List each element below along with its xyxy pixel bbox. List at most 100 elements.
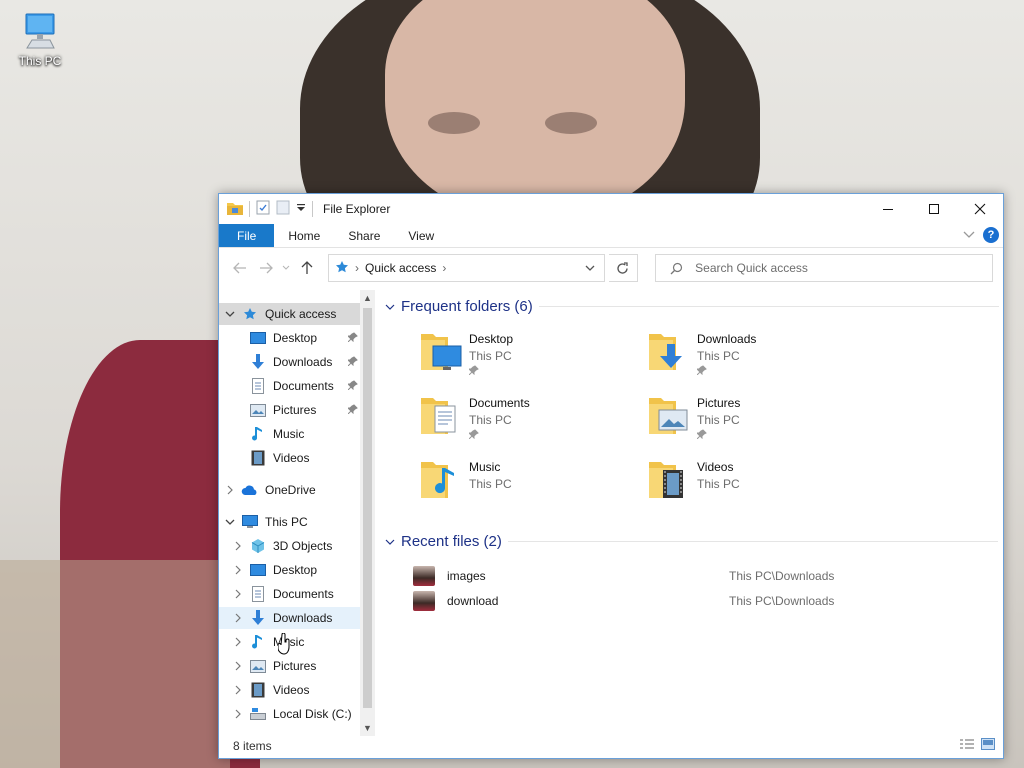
customize-toolbar-dropdown-icon[interactable]: [296, 202, 306, 216]
desktop-folder-icon: [419, 330, 463, 378]
folder-icon: [227, 201, 243, 218]
chevron-right-icon[interactable]: [219, 703, 249, 725]
refresh-button[interactable]: [608, 254, 639, 282]
search-icon: [670, 262, 683, 274]
folder-tile-documents[interactable]: Documents This PC: [419, 394, 639, 454]
sidebar-item-label: This PC: [265, 515, 308, 529]
details-view-icon[interactable]: [959, 738, 975, 753]
address-history-dropdown[interactable]: [576, 255, 604, 281]
tab-view[interactable]: View: [394, 224, 448, 247]
back-button[interactable]: [229, 257, 251, 279]
videos-icon: [249, 449, 267, 467]
sidebar-item-desktop[interactable]: Desktop: [219, 327, 360, 349]
folder-location: This PC: [697, 349, 740, 363]
image-thumbnail-icon: [413, 591, 435, 611]
file-path: This PC\Downloads: [729, 569, 835, 583]
navigation-scrollbar[interactable]: ▲ ▼: [360, 290, 375, 736]
tab-file[interactable]: File: [219, 224, 275, 247]
sidebar-item-documents-pc[interactable]: Documents: [219, 583, 360, 605]
folder-tile-desktop[interactable]: Desktop This PC: [419, 330, 639, 390]
image-thumbnail-icon: [413, 566, 435, 586]
tab-home[interactable]: Home: [274, 224, 334, 247]
chevron-right-icon[interactable]: [219, 631, 249, 653]
chevron-right-icon[interactable]: [219, 479, 241, 501]
forward-arrow-icon: [259, 262, 273, 274]
desktop-icon-this-pc[interactable]: This PC: [10, 10, 70, 68]
up-button[interactable]: [296, 257, 318, 279]
sidebar-item-desktop-pc[interactable]: Desktop: [219, 559, 360, 581]
back-arrow-icon: [232, 262, 246, 274]
scrollbar-thumb[interactable]: [363, 308, 372, 708]
sidebar-item-quick-access[interactable]: Quick access: [219, 303, 360, 325]
refresh-icon: [617, 261, 628, 274]
folder-location: This PC: [697, 477, 740, 491]
chevron-right-icon[interactable]: [219, 535, 249, 557]
sidebar-item-music[interactable]: Music: [219, 423, 360, 445]
chevron-right-icon[interactable]: [219, 679, 249, 701]
group-title: Recent files (2): [401, 533, 502, 550]
pin-icon: [695, 365, 707, 376]
frequent-folders-header[interactable]: Frequent folders (6): [385, 298, 999, 315]
sidebar-item-label: Pictures: [273, 659, 317, 673]
new-folder-icon[interactable]: [276, 200, 290, 218]
sidebar-item-label: Documents: [273, 587, 334, 601]
pin-icon: [467, 365, 479, 376]
folder-location: This PC: [697, 413, 740, 427]
ribbon-tabs: File Home Share View ?: [219, 224, 1003, 248]
sidebar-item-this-pc[interactable]: This PC: [219, 511, 360, 533]
recent-files-header[interactable]: Recent files (2): [385, 533, 998, 550]
maximize-button[interactable]: [911, 194, 957, 224]
breadcrumb-separator-icon[interactable]: ›: [442, 261, 446, 275]
sidebar-item-onedrive[interactable]: OneDrive: [219, 479, 360, 501]
chevron-down-icon[interactable]: [219, 511, 241, 533]
minimize-button[interactable]: [865, 194, 911, 224]
navigation-pane: Quick access Desktop Downloads Documents…: [219, 290, 375, 736]
recent-file-row[interactable]: images This PC\Downloads: [413, 565, 973, 587]
chevron-right-icon[interactable]: [219, 607, 249, 629]
recent-locations-button[interactable]: [280, 257, 292, 279]
sidebar-item-pictures[interactable]: Pictures: [219, 399, 360, 421]
large-icons-view-icon[interactable]: [981, 738, 995, 753]
folder-tile-pictures[interactable]: Pictures This PC: [647, 394, 867, 454]
3d-objects-icon: [249, 537, 267, 555]
file-explorer-window: File Explorer File Home Share View ? › Q…: [218, 193, 1004, 759]
folder-name: Downloads: [697, 332, 757, 346]
folder-tile-downloads[interactable]: Downloads This PC: [647, 330, 867, 390]
chevron-down-icon: [585, 265, 594, 271]
properties-icon[interactable]: [256, 200, 270, 218]
sidebar-item-local-disk[interactable]: Local Disk (C:): [219, 703, 360, 725]
sidebar-item-label: 3D Objects: [273, 539, 333, 553]
forward-button[interactable]: [255, 257, 277, 279]
search-input[interactable]: [693, 260, 974, 276]
expand-ribbon-chevron-icon[interactable]: [963, 228, 975, 242]
sidebar-item-downloads[interactable]: Downloads: [219, 351, 360, 373]
scroll-up-icon[interactable]: ▲: [360, 290, 375, 306]
search-box[interactable]: [655, 254, 993, 282]
sidebar-item-downloads-pc[interactable]: Downloads: [219, 607, 360, 629]
sidebar-item-documents[interactable]: Documents: [219, 375, 360, 397]
chevron-right-icon[interactable]: [219, 655, 249, 677]
address-bar[interactable]: › Quick access ›: [328, 254, 605, 282]
computer-icon: [23, 12, 57, 50]
breadcrumb-quick-access[interactable]: Quick access: [365, 261, 436, 275]
folder-tile-music[interactable]: Music This PC: [419, 458, 639, 518]
title-bar[interactable]: File Explorer: [219, 194, 1003, 224]
recent-file-row[interactable]: download This PC\Downloads: [413, 590, 973, 612]
tab-share[interactable]: Share: [334, 224, 394, 247]
sidebar-item-pictures-pc[interactable]: Pictures: [219, 655, 360, 677]
document-icon: [249, 377, 267, 395]
folder-location: This PC: [469, 349, 512, 363]
sidebar-item-videos[interactable]: Videos: [219, 447, 360, 469]
sidebar-item-3d-objects[interactable]: 3D Objects: [219, 535, 360, 557]
videos-icon: [249, 681, 267, 699]
folder-tile-videos[interactable]: Videos This PC: [647, 458, 867, 518]
computer-icon: [241, 513, 259, 531]
close-button[interactable]: [957, 194, 1003, 224]
sidebar-item-videos-pc[interactable]: Videos: [219, 679, 360, 701]
chevron-down-icon[interactable]: [219, 303, 241, 325]
chevron-right-icon[interactable]: [219, 559, 249, 581]
chevron-right-icon[interactable]: [219, 583, 249, 605]
desktop-icon-label: This PC: [18, 54, 62, 68]
close-icon: [974, 203, 986, 215]
help-icon[interactable]: ?: [983, 227, 999, 243]
